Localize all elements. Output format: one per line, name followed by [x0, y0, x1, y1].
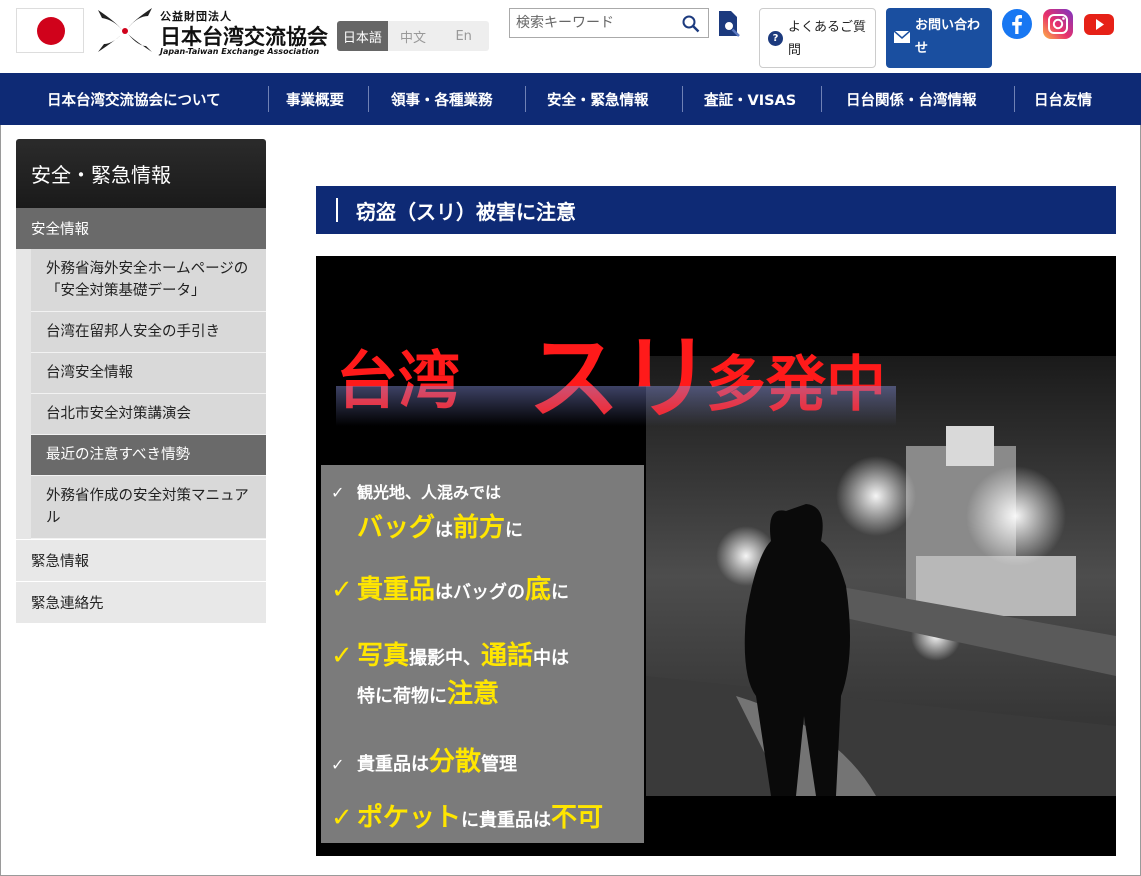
- nav-relations[interactable]: 日台関係・台湾情報: [846, 73, 977, 125]
- faq-button[interactable]: ? よくあるご質問: [759, 8, 876, 68]
- nav-consular[interactable]: 領事・各種業務: [391, 73, 493, 125]
- check-icon: ✓: [331, 803, 353, 833]
- sidebar: 安全・緊急情報 安全情報 外務省海外安全ホームページの「安全対策基礎データ」 台…: [16, 139, 266, 623]
- tip-3-line2: 特に荷物に注意: [357, 679, 500, 709]
- search-icon[interactable]: [682, 15, 700, 33]
- tips-panel: ✓ 観光地、人混みでは バッグは前方に ✓ 貴重品はバッグの底に ✓ 写真撮影中、通話…: [321, 465, 644, 843]
- youtube-icon[interactable]: [1083, 8, 1115, 40]
- sidebar-item-safety-info[interactable]: 安全情報: [16, 208, 266, 249]
- lang-ja[interactable]: 日本語: [337, 21, 388, 51]
- sidebar-subitem-safety-guide[interactable]: 台湾在留邦人安全の手引き: [31, 312, 266, 353]
- nav-separator: [821, 86, 822, 112]
- nav-business[interactable]: 事業概要: [286, 73, 344, 125]
- page-title: 窃盗（スリ）被害に注意: [316, 186, 1116, 234]
- facebook-icon[interactable]: [1001, 8, 1033, 40]
- nav-separator: [368, 86, 369, 112]
- sidebar-submenu: 外務省海外安全ホームページの「安全対策基礎データ」 台湾在留邦人安全の手引き 台…: [16, 249, 266, 539]
- sidebar-subitem-taipei-lecture[interactable]: 台北市安全対策講演会: [31, 394, 266, 435]
- sidebar-subitem-basic-data[interactable]: 外務省海外安全ホームページの「安全対策基礎データ」: [31, 249, 266, 312]
- contact-button[interactable]: お問い合わせ: [886, 8, 992, 68]
- flag-sun: [37, 17, 65, 45]
- tip-1-line2: バッグは前方に: [357, 513, 524, 543]
- check-icon: ✓: [331, 755, 345, 774]
- title-bar: [336, 198, 338, 222]
- nav-separator: [525, 86, 526, 112]
- headline-reflection: [336, 386, 896, 426]
- instagram-icon[interactable]: [1042, 8, 1074, 40]
- nav-safety[interactable]: 安全・緊急情報: [547, 73, 649, 125]
- question-circle-icon: ?: [768, 31, 783, 46]
- logo-english: Japan-Taiwan Exchange Association: [160, 47, 320, 56]
- tip-5: ✓ ポケットに貴重品は不可: [331, 803, 604, 833]
- search-input[interactable]: [510, 9, 678, 37]
- sidebar-title: 安全・緊急情報: [16, 139, 266, 208]
- tip-4: ✓ 貴重品は分散管理: [331, 747, 518, 777]
- sidebar-item-emergency-contacts[interactable]: 緊急連絡先: [16, 581, 266, 623]
- check-icon: ✓: [331, 483, 345, 502]
- sidebar-subitem-recent-situation[interactable]: 最近の注意すべき情勢: [31, 435, 266, 476]
- tip-3: ✓ 写真撮影中、通話中は: [331, 641, 570, 671]
- nav-separator: [682, 86, 683, 112]
- japan-flag-icon[interactable]: [16, 8, 84, 53]
- global-nav: 日本台湾交流協会について 事業概要 領事・各種業務 安全・緊急情報 査証・VIS…: [0, 73, 1141, 125]
- document-search-icon[interactable]: [717, 10, 741, 38]
- sidebar-subitem-taiwan-safety[interactable]: 台湾安全情報: [31, 353, 266, 394]
- site-header: 公益財団法人 日本台湾交流協会 Japan-Taiwan Exchange As…: [0, 0, 1141, 73]
- envelope-icon: [894, 31, 910, 43]
- lang-zh[interactable]: 中文: [388, 21, 439, 51]
- pickpocket-warning-poster: 台湾 スリ 多発中 ✓ 観光地、人混みでは バッグは前方に ✓ 貴重品はバッグの底に…: [316, 256, 1116, 856]
- nav-about[interactable]: 日本台湾交流協会について: [47, 73, 221, 125]
- nav-separator: [268, 86, 269, 112]
- nav-separator: [1014, 86, 1015, 112]
- language-switcher: 日本語 中文 En: [337, 21, 489, 51]
- tip-2: ✓ 貴重品はバッグの底に: [331, 575, 570, 605]
- search-box: [509, 8, 709, 38]
- nav-friendship[interactable]: 日台友情: [1034, 73, 1092, 125]
- nav-visa[interactable]: 査証・VISAS: [704, 73, 796, 125]
- sidebar-item-emergency-info[interactable]: 緊急情報: [16, 539, 266, 581]
- contact-label: お問い合わせ: [915, 18, 981, 56]
- tip-1: ✓ 観光地、人混みでは: [331, 483, 502, 502]
- faq-label: よくあるご質問: [788, 20, 867, 58]
- check-icon: ✓: [331, 641, 353, 671]
- site-logo[interactable]: 公益財団法人 日本台湾交流協会 Japan-Taiwan Exchange As…: [94, 4, 330, 58]
- sidebar-subitem-safety-manual[interactable]: 外務省作成の安全対策マニュアル: [31, 476, 266, 539]
- lang-en[interactable]: En: [438, 21, 489, 51]
- page-title-text: 窃盗（スリ）被害に注意: [356, 199, 576, 224]
- check-icon: ✓: [331, 575, 353, 605]
- logo-mark-icon: [98, 8, 152, 52]
